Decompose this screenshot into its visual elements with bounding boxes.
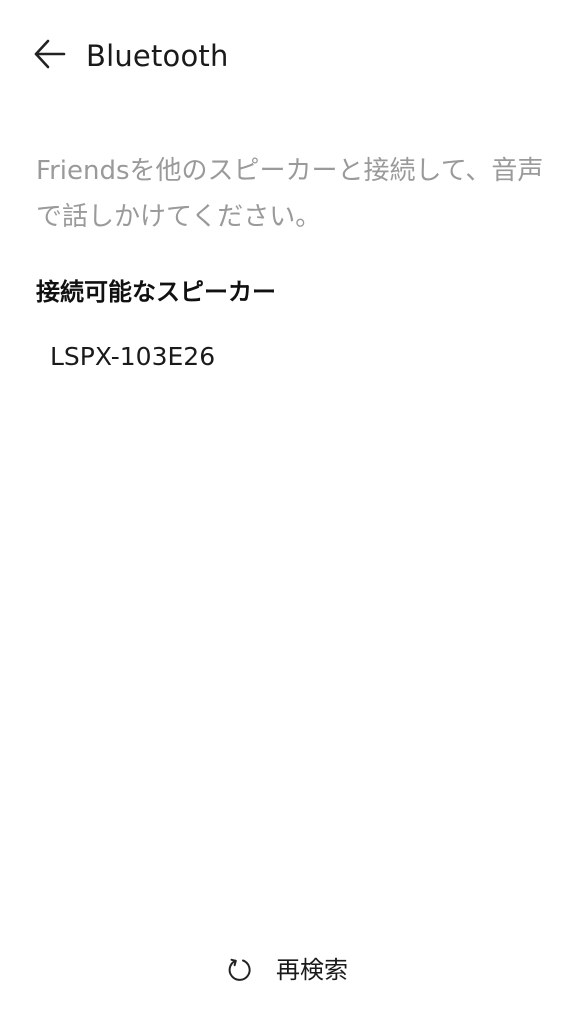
speaker-list-item[interactable]: LSPX-103E26 [0,326,576,388]
available-speakers-heading: 接続可能なスピーカー [36,278,276,306]
back-button[interactable] [26,32,74,80]
speaker-name: LSPX-103E26 [50,342,216,371]
arrow-left-icon [33,37,67,75]
page-title: Bluetooth [86,39,229,73]
refresh-icon [226,956,254,984]
app-bar: Bluetooth [0,0,576,112]
bluetooth-screen: Bluetooth Friendsを他のスピーカーと接続して、音声で話しかけてく… [0,0,576,1024]
instruction-text: Friendsを他のスピーカーと接続して、音声で話しかけてください。 [36,156,544,232]
rescan-label: 再検索 [276,956,348,984]
rescan-button[interactable]: 再検索 [214,942,364,998]
